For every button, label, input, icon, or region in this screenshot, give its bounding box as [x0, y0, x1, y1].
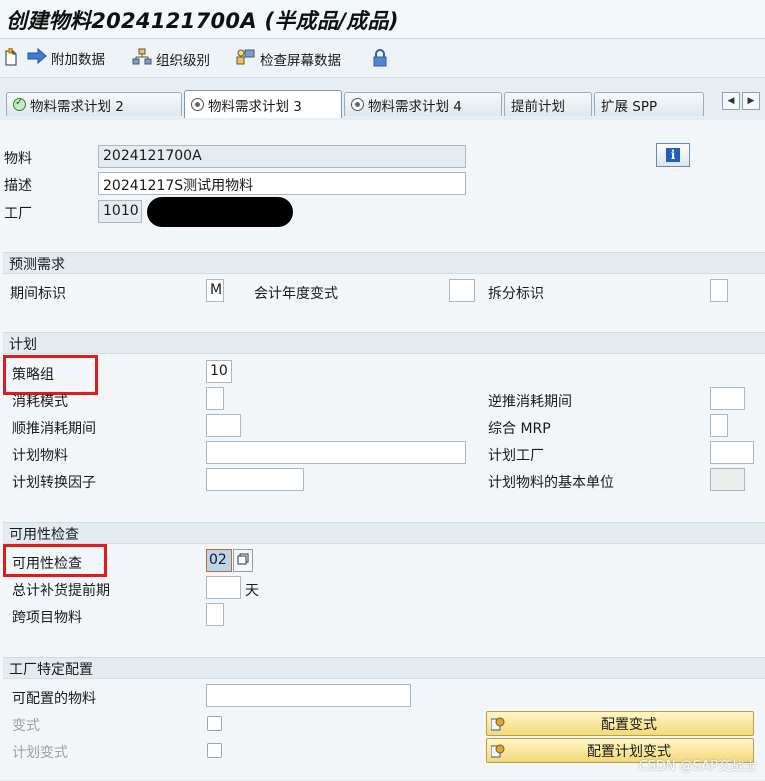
cross-project-label: 跨项目物料 — [12, 610, 82, 626]
planning-section: 计划 — [3, 332, 765, 511]
total-replenishment-label: 总计补货提前期 — [12, 583, 110, 599]
configurable-material-label: 可配置的物料 — [12, 691, 96, 707]
cross-project-field[interactable] — [206, 603, 224, 626]
tab-mrp3-label: 物料需求计划 3 — [208, 98, 302, 115]
check-screen-data-label: 检查屏幕数据 — [260, 53, 341, 69]
watermark: CSDN @SAP交战士 — [638, 759, 757, 774]
description-field[interactable]: 20241217S测试用物料 — [98, 172, 466, 195]
consumption-mode-label: 消耗模式 — [12, 394, 68, 410]
material-label: 物料 — [4, 151, 32, 167]
lock-icon — [372, 48, 388, 72]
mixed-mrp-label: 综合 MRP — [488, 421, 551, 437]
description-label: 描述 — [4, 178, 32, 194]
planning-variant-label: 计划变式 — [12, 745, 68, 761]
variant-checkbox[interactable] — [207, 716, 222, 731]
lock-button[interactable] — [372, 48, 388, 72]
title-bar: 创建物料2024121700A (半成品/成品) — [0, 0, 765, 39]
check-screen-data-button[interactable]: 检查屏幕数据 — [236, 48, 341, 70]
tab-forecasting[interactable]: 提前计划 — [504, 92, 592, 116]
configure-icon — [490, 717, 505, 731]
backward-consumption-label: 逆推消耗期间 — [488, 394, 572, 410]
configure-variant-label: 配置变式 — [601, 716, 657, 733]
arrow-right-icon — [27, 47, 47, 68]
period-indicator-field[interactable]: M — [206, 279, 224, 302]
plant-field: 1010 — [98, 200, 142, 223]
availability-section: 可用性检查 — [3, 522, 765, 635]
new-document-icon — [4, 47, 18, 70]
planning-plant-field[interactable] — [710, 441, 754, 464]
redaction-mark — [147, 197, 293, 227]
tab-mrp3[interactable]: 物料需求计划 3 — [184, 90, 342, 118]
backward-consumption-field[interactable] — [710, 387, 745, 410]
split-indicator-field[interactable] — [710, 279, 728, 302]
tab-strip: 物料需求计划 2 物料需求计划 3 物料需求计划 4 提前计划 扩展 SPP ◀… — [0, 88, 765, 120]
plant-config-section-header: 工厂特定配置 — [3, 658, 765, 679]
period-indicator-label: 期间标识 — [10, 286, 66, 302]
days-unit-label: 天 — [245, 583, 259, 599]
plant-config-section-title: 工厂特定配置 — [9, 662, 93, 678]
availability-section-header: 可用性检查 — [3, 523, 765, 544]
application-toolbar: 附加数据 组织级别 检查屏幕数据 — [0, 39, 765, 78]
org-levels-label: 组织级别 — [156, 53, 210, 69]
additional-data-button[interactable]: 附加数据 — [27, 47, 105, 68]
tab-extended-spp[interactable]: 扩展 SPP — [594, 92, 704, 116]
forecast-section-header: 预测需求 — [3, 253, 765, 274]
tab-mrp4-label: 物料需求计划 4 — [368, 98, 462, 115]
tab-mrp4[interactable]: 物料需求计划 4 — [344, 92, 502, 116]
tab-scroll-left-button[interactable]: ◀ — [722, 92, 740, 110]
status-pending-icon — [351, 98, 364, 111]
configure-variant-button[interactable]: 配置变式 — [486, 711, 754, 736]
triangle-right-icon: ▶ — [747, 96, 755, 106]
mixed-mrp-field[interactable] — [710, 414, 728, 437]
plant-label: 工厂 — [4, 206, 32, 222]
tab-forecasting-label: 提前计划 — [511, 98, 565, 115]
copy-icon — [237, 553, 249, 569]
availability-check-field[interactable]: 02 — [206, 549, 232, 572]
triangle-left-icon: ◀ — [727, 96, 735, 106]
forward-consumption-label: 顺推消耗期间 — [12, 421, 96, 437]
highlight-box-availability-check — [3, 544, 107, 577]
consumption-mode-field[interactable] — [206, 387, 224, 410]
conversion-factor-label: 计划转换因子 — [12, 475, 96, 491]
availability-section-title: 可用性检查 — [9, 527, 79, 543]
highlight-box-strategy-group — [3, 355, 98, 395]
variant-label: 变式 — [12, 718, 40, 734]
planning-section-title: 计划 — [9, 337, 37, 353]
planning-base-unit-field — [710, 468, 745, 491]
other-view-button[interactable] — [4, 47, 18, 70]
forward-consumption-field[interactable] — [206, 414, 241, 437]
strategy-group-field[interactable]: 10 — [206, 360, 232, 383]
planning-variant-checkbox[interactable] — [207, 743, 222, 758]
total-replenishment-field[interactable] — [206, 576, 241, 599]
planning-plant-label: 计划工厂 — [488, 448, 544, 464]
conversion-factor-field[interactable] — [206, 468, 304, 491]
status-ok-icon — [13, 97, 26, 111]
check-screen-data-icon — [236, 48, 256, 70]
material-field: 2024121700A — [98, 145, 466, 168]
value-help-button[interactable] — [233, 549, 253, 572]
tab-mrp2-label: 物料需求计划 2 — [30, 98, 124, 115]
org-levels-button[interactable]: 组织级别 — [132, 48, 210, 70]
planning-base-unit-label: 计划物料的基本单位 — [488, 475, 614, 491]
planning-material-field[interactable] — [206, 441, 466, 464]
tab-extended-spp-label: 扩展 SPP — [601, 98, 658, 115]
info-icon: i — [666, 148, 680, 162]
tab-scroll-right-button[interactable]: ▶ — [742, 92, 760, 110]
org-levels-icon — [132, 48, 152, 70]
planning-material-label: 计划物料 — [12, 448, 68, 464]
planning-section-header: 计划 — [3, 333, 765, 354]
tab-mrp2[interactable]: 物料需求计划 2 — [6, 92, 182, 116]
fiscal-year-variant-label: 会计年度变式 — [254, 286, 338, 302]
forecast-section: 预测需求 — [3, 252, 765, 321]
fiscal-year-variant-field[interactable] — [449, 279, 475, 302]
forecast-section-title: 预测需求 — [9, 257, 65, 273]
info-button[interactable]: i — [656, 143, 690, 167]
split-indicator-label: 拆分标识 — [488, 286, 544, 302]
window-title: 创建物料2024121700A (半成品/成品) — [6, 9, 399, 33]
additional-data-label: 附加数据 — [51, 52, 105, 68]
configure-icon — [490, 744, 505, 758]
configurable-material-field[interactable] — [206, 684, 411, 707]
status-pending-icon — [191, 98, 204, 111]
